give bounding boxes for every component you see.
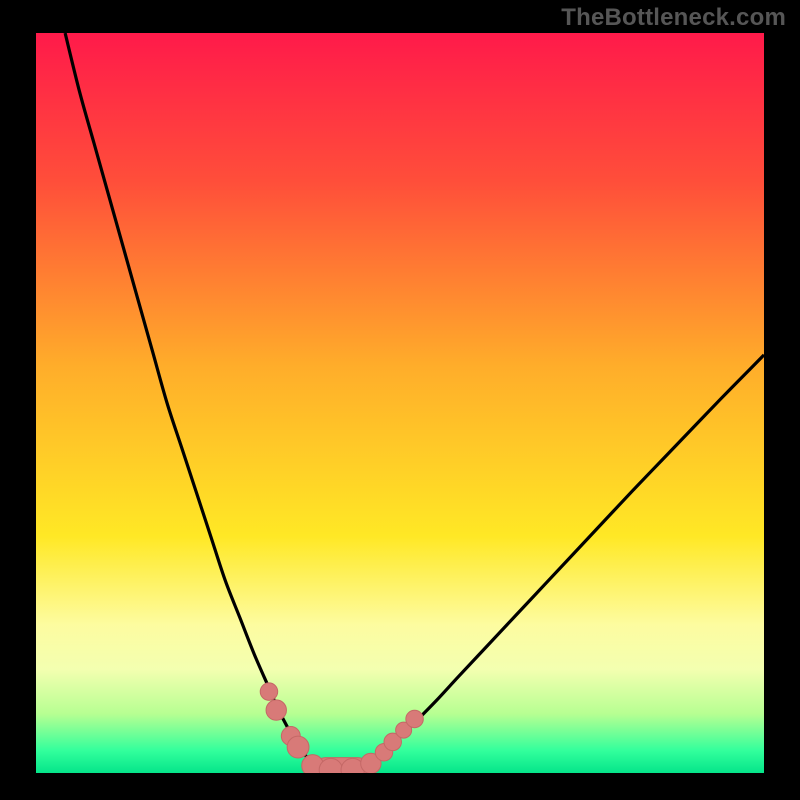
data-marker bbox=[266, 700, 286, 720]
bottleneck-chart bbox=[0, 0, 800, 800]
chart-frame: TheBottleneck.com bbox=[0, 0, 800, 800]
data-marker bbox=[260, 683, 277, 700]
watermark-text: TheBottleneck.com bbox=[561, 4, 786, 32]
data-marker bbox=[287, 736, 309, 758]
plot-background bbox=[36, 33, 764, 773]
data-marker bbox=[406, 710, 423, 727]
data-marker bbox=[319, 758, 342, 781]
